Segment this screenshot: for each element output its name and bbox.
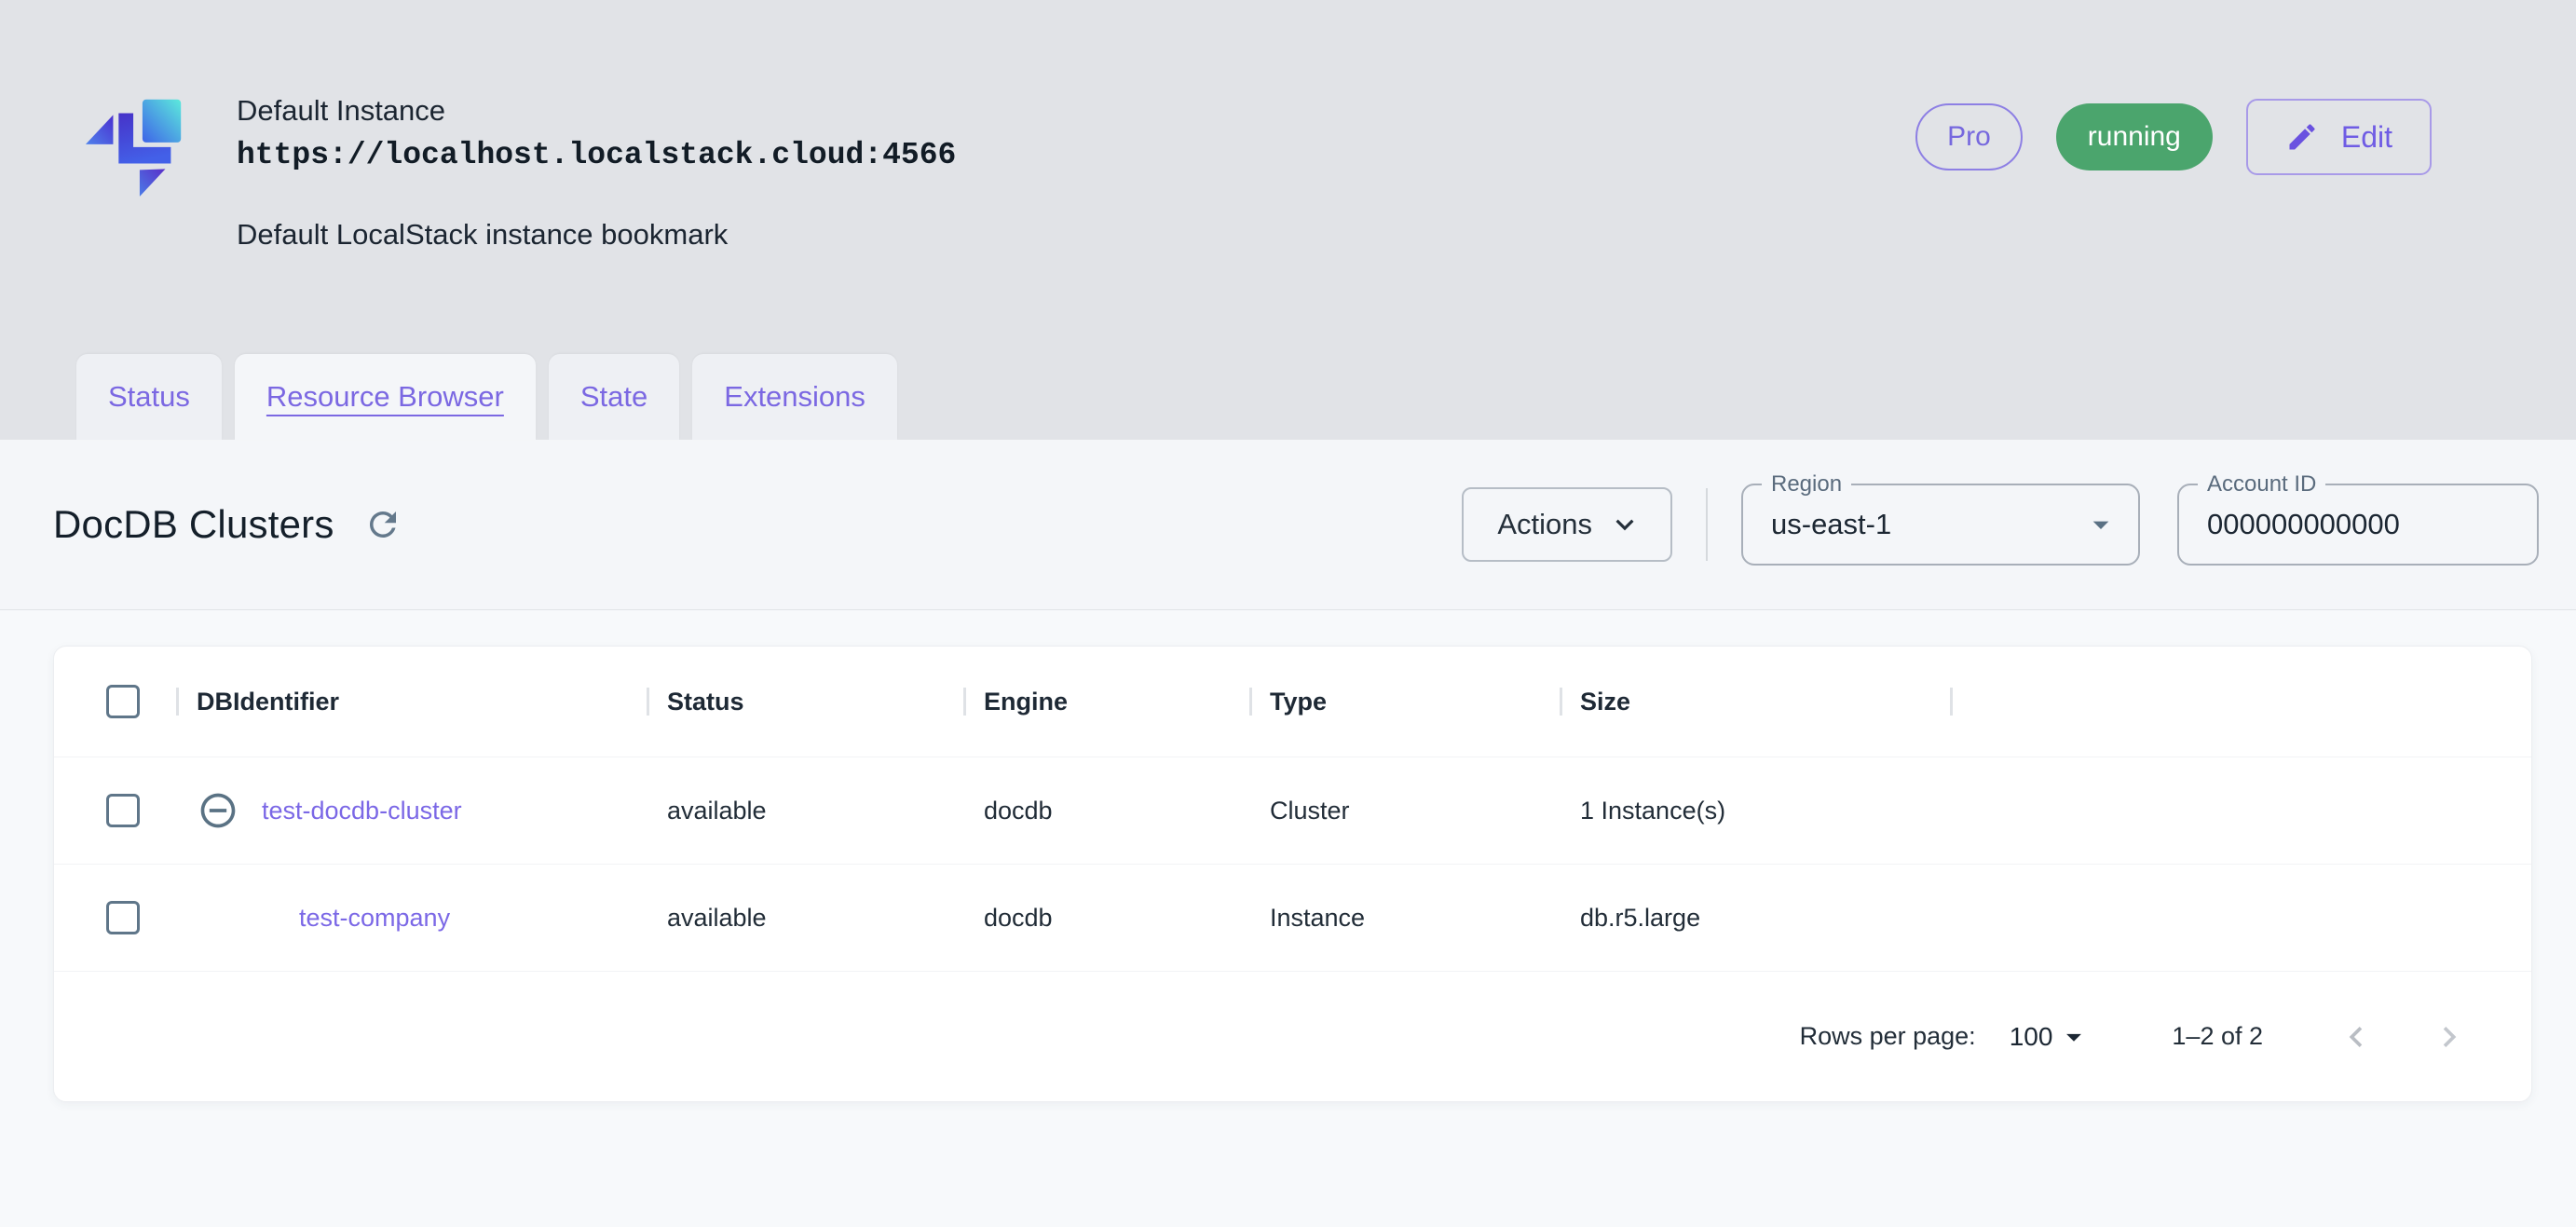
tab-extensions-label: Extensions: [724, 380, 865, 413]
column-header-status: Status: [647, 688, 963, 716]
collapse-row-button[interactable]: [197, 789, 239, 832]
edit-button[interactable]: Edit: [2245, 99, 2432, 175]
table-row: test-company available docdb Instance db…: [54, 864, 2531, 971]
content-area: DBIdentifier Status Engine Type Size tes…: [0, 610, 2576, 1102]
cell-type: Instance: [1270, 903, 1366, 932]
cell-type: Cluster: [1270, 796, 1350, 825]
region-select-value: us-east-1: [1771, 508, 1892, 540]
resource-table-card: DBIdentifier Status Engine Type Size tes…: [53, 646, 2532, 1102]
instance-header: Default Instance https://localhost.local…: [0, 0, 2576, 440]
tab-extensions[interactable]: Extensions: [692, 354, 897, 440]
column-header-type: Type: [1249, 688, 1560, 716]
localstack-app: Default Instance https://localhost.local…: [0, 0, 2576, 1227]
instance-url: https://localhost.localstack.cloud:4566: [237, 137, 957, 172]
resource-toolbar: DocDB Clusters Actions Region us-east-1 …: [0, 440, 2576, 610]
region-select-label: Region: [1762, 471, 1852, 498]
next-page-button[interactable]: [2427, 1015, 2472, 1059]
column-header-size: Size: [1560, 688, 1950, 716]
localstack-logo-icon: [85, 99, 182, 197]
page-title: DocDB Clusters: [53, 502, 334, 546]
toolbar-divider: [1706, 488, 1708, 561]
resource-link[interactable]: test-company: [299, 904, 450, 933]
tab-resource-browser[interactable]: Resource Browser: [234, 354, 536, 440]
pro-badge-label: Pro: [1947, 121, 1991, 152]
status-badge-label: running: [2087, 121, 2181, 152]
cell-size: db.r5.large: [1580, 903, 1701, 932]
chevron-right-icon: [2443, 1026, 2457, 1047]
cell-status: available: [667, 796, 767, 825]
cell-size: 1 Instance(s): [1580, 796, 1726, 825]
previous-page-button[interactable]: [2334, 1015, 2378, 1059]
table-header-row: DBIdentifier Status Engine Type Size: [54, 647, 2531, 757]
instance-title: Default Instance: [237, 94, 446, 127]
cell-status: available: [667, 903, 767, 932]
column-header-dbidentifier: DBIdentifier: [176, 688, 647, 716]
rows-per-page-label: Rows per page:: [1799, 1022, 1976, 1050]
account-id-field: Account ID: [2177, 471, 2539, 566]
table-row: test-docdb-cluster available docdb Clust…: [54, 757, 2531, 864]
instance-subtitle: Default LocalStack instance bookmark: [237, 218, 729, 252]
account-id-input[interactable]: [2207, 508, 2509, 541]
region-select[interactable]: Region us-east-1: [1741, 471, 2140, 566]
pro-badge: Pro: [1915, 103, 2023, 170]
actions-button[interactable]: Actions: [1462, 487, 1672, 562]
tab-resource-browser-label: Resource Browser: [266, 380, 504, 413]
tab-status-label: Status: [108, 380, 190, 413]
edit-button-label: Edit: [2340, 119, 2392, 154]
tab-status[interactable]: Status: [76, 354, 222, 440]
minus-circle-icon: [200, 793, 236, 828]
resource-link[interactable]: test-docdb-cluster: [262, 797, 462, 825]
refresh-button[interactable]: [359, 500, 407, 549]
actions-button-label: Actions: [1497, 508, 1592, 540]
tab-state-label: State: [579, 380, 648, 413]
dropdown-arrow-icon: [2092, 521, 2109, 529]
row-checkbox[interactable]: [106, 794, 140, 827]
pagination-range: 1–2 of 2: [2172, 1022, 2263, 1050]
account-id-label: Account ID: [2198, 471, 2326, 498]
row-checkbox[interactable]: [106, 901, 140, 934]
column-header-engine: Engine: [963, 688, 1249, 716]
cell-engine: docdb: [984, 796, 1053, 825]
tab-bar: Status Resource Browser State Extensions: [76, 354, 897, 440]
select-all-checkbox[interactable]: [106, 685, 140, 718]
pencil-icon: [2289, 124, 2315, 150]
dropdown-arrow-icon: [2066, 1033, 2082, 1042]
tab-state[interactable]: State: [548, 354, 680, 440]
chevron-left-icon: [2349, 1026, 2363, 1047]
refresh-icon: [369, 511, 396, 538]
rows-per-page-select[interactable]: 100: [2010, 1019, 2092, 1055]
rows-per-page-value: 100: [2009, 1021, 2053, 1051]
table-pagination: Rows per page: 100 1–2 of 2: [54, 971, 2531, 1101]
cell-engine: docdb: [984, 903, 1053, 932]
status-badge: running: [2055, 103, 2213, 170]
chevron-down-icon: [1615, 519, 1634, 531]
